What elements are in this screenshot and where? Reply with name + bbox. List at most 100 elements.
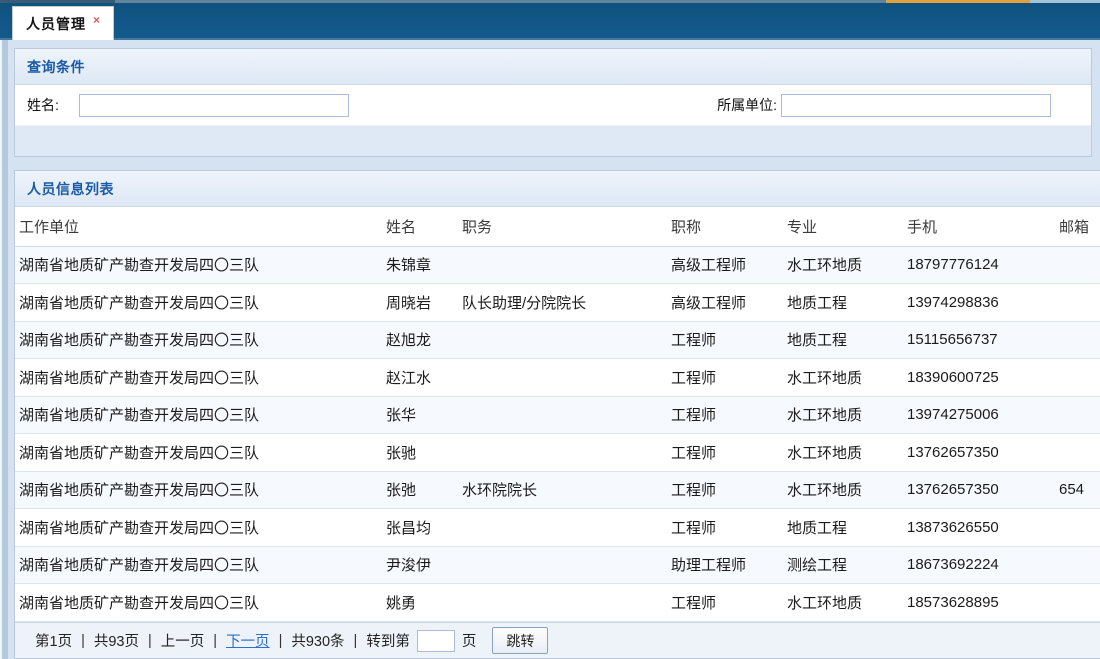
table-cell: 水工环地质 (783, 396, 903, 434)
pagination-page-suffix: 页 (462, 630, 477, 651)
tab-label: 人员管理 (26, 14, 86, 34)
table-cell: 湖南省地质矿产勘查开发局四〇三队 (15, 396, 382, 434)
table-cell: 水工环地质 (783, 584, 903, 622)
table-cell (458, 246, 667, 284)
pagination-goto-label: 转到第 (366, 630, 410, 651)
table-row: 湖南省地质矿产勘查开发局四〇三队周晓岩队长助理/分院院长高级工程师地质工程139… (15, 284, 1100, 322)
table-cell: 18573628895 (903, 584, 1055, 622)
pagination-total-items: 共930条 (291, 630, 344, 651)
table-cell: 助理工程师 (667, 546, 783, 584)
query-panel-footer (15, 125, 1091, 156)
table-cell (1055, 359, 1100, 397)
pagination-separator: | (279, 633, 283, 649)
pagination-bar: 第1页 | 共93页 | 上一页 | 下一页 | 共930条 | 转到第 页 跳… (15, 622, 1100, 659)
tab-close-icon[interactable]: × (93, 13, 100, 27)
table-cell: 工程师 (667, 396, 783, 434)
table-cell: 18797776124 (903, 246, 1055, 284)
query-conditions-panel: 查询条件 姓名: 所属单位: (14, 48, 1092, 157)
table-cell: 工程师 (667, 509, 783, 547)
table-cell (458, 321, 667, 359)
table-cell (1055, 546, 1100, 584)
name-input[interactable] (79, 94, 349, 117)
table-cell (1055, 396, 1100, 434)
table-cell: 13873626550 (903, 509, 1055, 547)
table-cell: 15115656737 (903, 321, 1055, 359)
column-header-position: 职务 (458, 207, 667, 246)
table-cell: 高级工程师 (667, 246, 783, 284)
table-cell (458, 359, 667, 397)
pagination-total-pages: 共93页 (94, 630, 139, 651)
table-cell: 赵旭龙 (382, 321, 458, 359)
column-header-email: 邮箱 (1055, 207, 1100, 246)
table-cell (458, 546, 667, 584)
table-row: 湖南省地质矿产勘查开发局四〇三队朱锦章高级工程师水工环地质18797776124 (15, 246, 1100, 284)
table-cell (1055, 246, 1100, 284)
table-row: 湖南省地质矿产勘查开发局四〇三队赵江水工程师水工环地质18390600725 (15, 359, 1100, 397)
table-cell (458, 434, 667, 472)
table-row: 湖南省地质矿产勘查开发局四〇三队张昌均 工程师地质工程13873626550 (15, 509, 1100, 547)
table-row: 湖南省地质矿产勘查开发局四〇三队姚勇 工程师水工环地质18573628895 (15, 584, 1100, 622)
column-header-specialty: 专业 (783, 207, 903, 246)
table-cell: 地质工程 (783, 321, 903, 359)
unit-input[interactable] (781, 94, 1051, 117)
pagination-separator: | (213, 633, 217, 649)
table-row: 湖南省地质矿产勘查开发局四〇三队张驰工程师水工环地质13762657350 (15, 434, 1100, 472)
table-cell: 工程师 (667, 321, 783, 359)
table-cell: 654 (1055, 471, 1100, 509)
table-cell (458, 584, 667, 622)
table-cell: 湖南省地质矿产勘查开发局四〇三队 (15, 471, 382, 509)
pagination-separator: | (81, 633, 85, 649)
table-cell: 18673692224 (903, 546, 1055, 584)
table-cell: 张驰 (382, 434, 458, 472)
table-cell: 周晓岩 (382, 284, 458, 322)
table-cell (1055, 509, 1100, 547)
table-cell: 13762657350 (903, 471, 1055, 509)
table-cell: 测绘工程 (783, 546, 903, 584)
column-header-name: 姓名 (382, 207, 458, 246)
query-panel-title: 查询条件 (15, 49, 1091, 85)
table-cell: 姚勇 (382, 584, 458, 622)
table-cell: 尹浚伊 (382, 546, 458, 584)
table-cell: 工程师 (667, 584, 783, 622)
table-cell: 湖南省地质矿产勘查开发局四〇三队 (15, 509, 382, 547)
jump-button[interactable]: 跳转 (492, 627, 548, 654)
tab-personnel-management[interactable]: 人员管理 × (12, 6, 114, 40)
query-form-row: 姓名: 所属单位: (15, 85, 1091, 125)
name-field-label: 姓名: (27, 95, 75, 115)
table-cell: 13762657350 (903, 434, 1055, 472)
pagination-current-page: 第1页 (35, 630, 72, 651)
table-cell (458, 509, 667, 547)
pagination-separator: | (148, 633, 152, 649)
table-cell (1055, 321, 1100, 359)
table-row: 湖南省地质矿产勘查开发局四〇三队尹浚伊 助理工程师测绘工程18673692224 (15, 546, 1100, 584)
table-cell: 张弛 (382, 471, 458, 509)
list-panel-title: 人员信息列表 (15, 171, 1100, 207)
table-cell: 地质工程 (783, 509, 903, 547)
table-row: 湖南省地质矿产勘查开发局四〇三队张华工程师水工环地质13974275006 (15, 396, 1100, 434)
column-header-work-unit: 工作单位 (15, 207, 382, 246)
table-cell: 湖南省地质矿产勘查开发局四〇三队 (15, 359, 382, 397)
column-header-mobile: 手机 (903, 207, 1055, 246)
table-cell: 湖南省地质矿产勘查开发局四〇三队 (15, 321, 382, 359)
pagination-next-button[interactable]: 下一页 (226, 630, 270, 651)
table-cell: 队长助理/分院院长 (458, 284, 667, 322)
table-cell: 张昌均 (382, 509, 458, 547)
unit-field-label: 所属单位: (697, 95, 777, 115)
table-cell: 水工环地质 (783, 246, 903, 284)
personnel-table: 工作单位 姓名 职务 职称 专业 手机 邮箱 湖南省地质矿产勘查开发局四〇三队朱… (15, 207, 1100, 622)
pagination-separator: | (354, 633, 358, 649)
table-cell: 水环院院长 (458, 471, 667, 509)
table-cell: 赵江水 (382, 359, 458, 397)
table-cell: 工程师 (667, 471, 783, 509)
table-cell: 湖南省地质矿产勘查开发局四〇三队 (15, 434, 382, 472)
table-cell: 湖南省地质矿产勘查开发局四〇三队 (15, 584, 382, 622)
table-body: 湖南省地质矿产勘查开发局四〇三队朱锦章高级工程师水工环地质18797776124… (15, 246, 1100, 621)
table-cell (458, 396, 667, 434)
table-cell: 高级工程师 (667, 284, 783, 322)
goto-page-input[interactable] (417, 630, 455, 652)
table-cell: 朱锦章 (382, 246, 458, 284)
table-row: 湖南省地质矿产勘查开发局四〇三队赵旭龙 工程师地质工程15115656737 (15, 321, 1100, 359)
table-cell: 湖南省地质矿产勘查开发局四〇三队 (15, 546, 382, 584)
table-cell (1055, 584, 1100, 622)
pagination-prev-button[interactable]: 上一页 (161, 630, 205, 651)
